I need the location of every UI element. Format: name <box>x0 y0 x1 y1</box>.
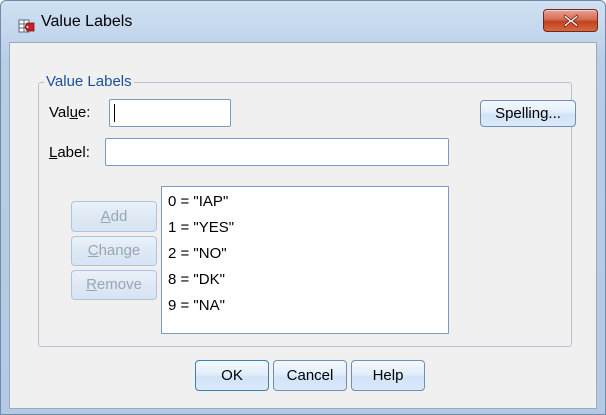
close-icon <box>563 14 579 28</box>
list-item[interactable]: 9 = "NA" <box>168 297 225 314</box>
value-labels-app-icon <box>18 17 36 35</box>
spelling-button[interactable]: Spelling... <box>480 100 576 127</box>
value-input[interactable] <box>109 99 231 127</box>
list-item[interactable]: 1 = "YES" <box>168 219 234 236</box>
cancel-button[interactable]: Cancel <box>273 360 347 391</box>
label-field-label: Label: <box>49 144 90 161</box>
value-labels-list[interactable]: 0 = "IAP" 1 = "YES" 2 = "NO" 8 = "DK" 9 … <box>161 186 449 334</box>
list-item[interactable]: 8 = "DK" <box>168 271 225 288</box>
close-button[interactable] <box>543 9 598 32</box>
remove-button[interactable]: Remove <box>71 270 157 300</box>
group-legend: Value Labels <box>44 73 134 90</box>
value-labels-group: Value Labels Value: Spelling... Label: A… <box>38 73 576 347</box>
list-item[interactable]: 0 = "IAP" <box>168 193 228 210</box>
window-title: Value Labels <box>41 13 133 30</box>
help-button[interactable]: Help <box>351 360 425 391</box>
label-input[interactable] <box>105 138 449 166</box>
value-labels-dialog: Value Labels Value Labels Value: Spellin… <box>0 0 606 415</box>
add-button[interactable]: Add <box>71 201 157 232</box>
change-button[interactable]: Change <box>71 236 157 266</box>
ok-button[interactable]: OK <box>195 360 269 391</box>
text-caret <box>114 104 115 122</box>
dialog-body: Value Labels Value: Spelling... Label: A… <box>9 42 597 409</box>
list-item[interactable]: 2 = "NO" <box>168 245 227 262</box>
value-field-label: Value: <box>49 104 91 121</box>
title-bar[interactable]: Value Labels <box>1 1 605 41</box>
